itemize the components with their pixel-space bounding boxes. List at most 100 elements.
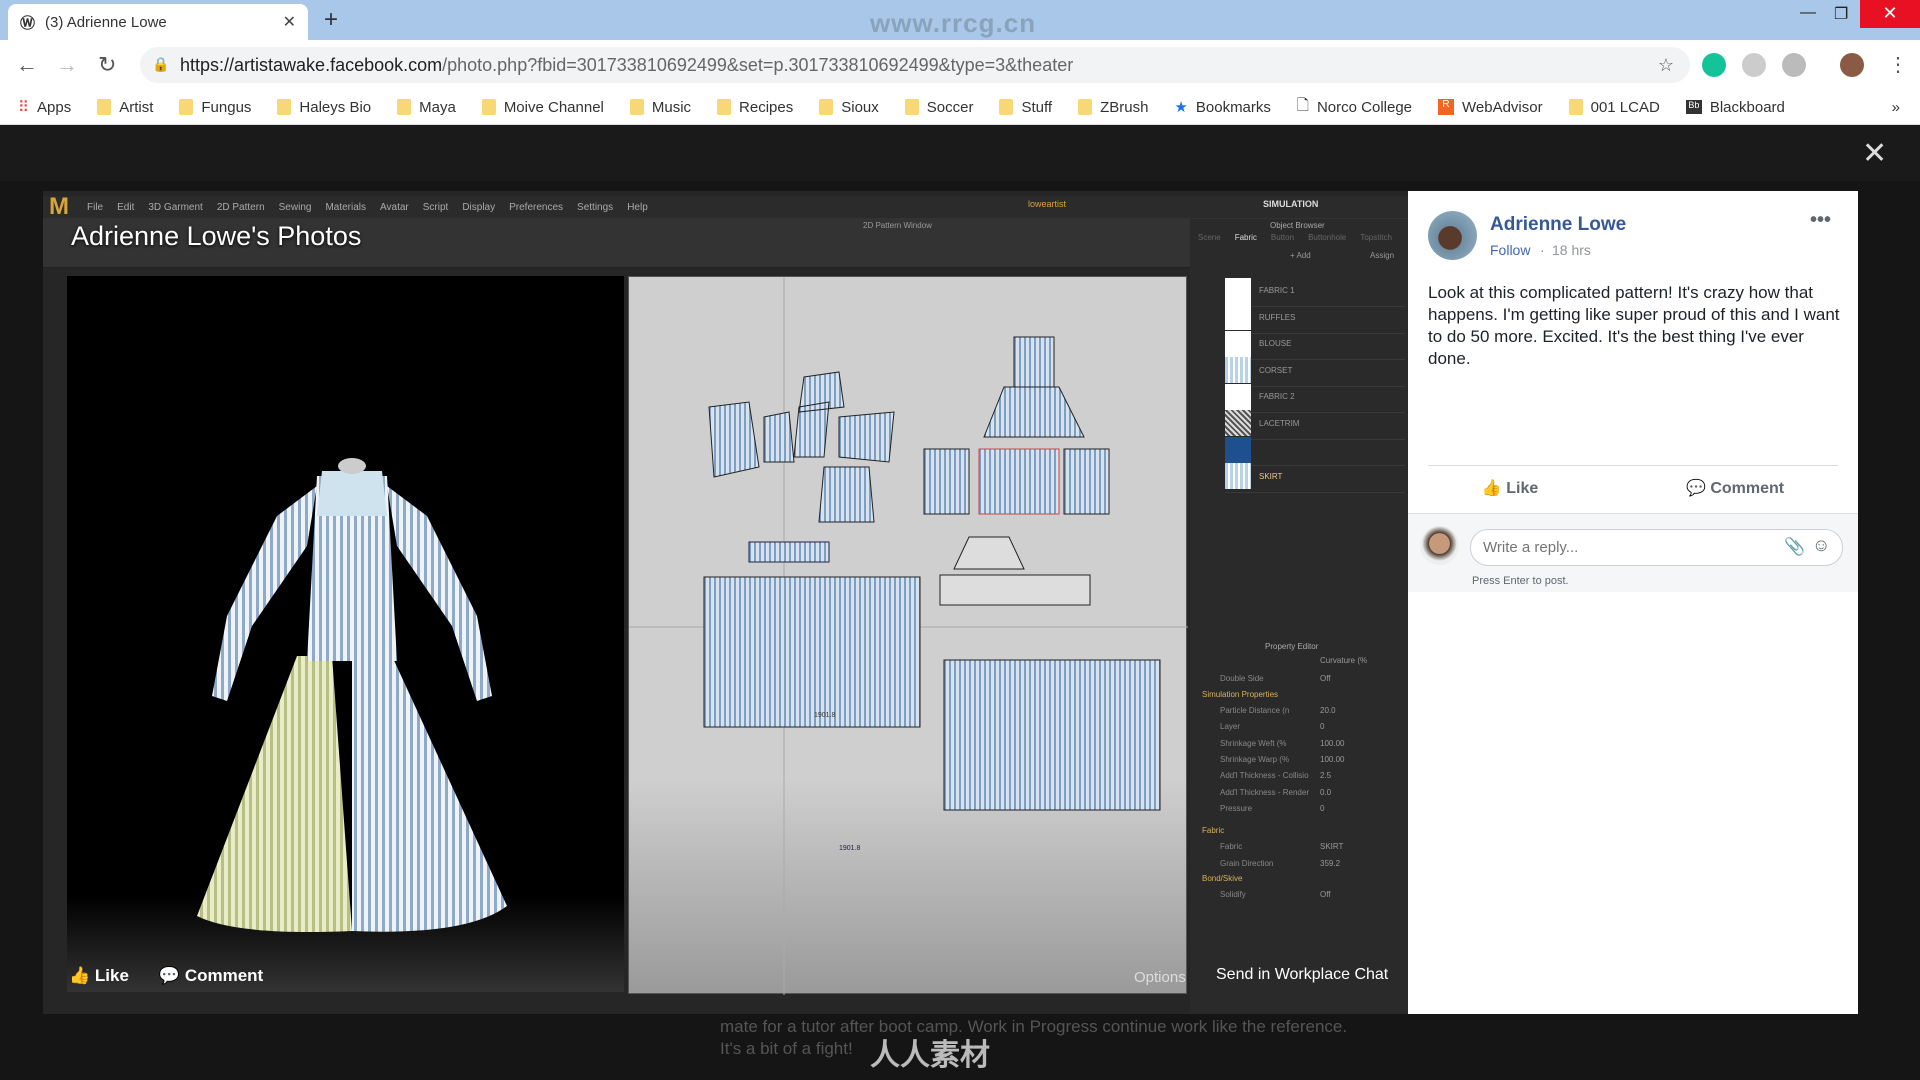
sim-property-row-value: 20.0 [1320,706,1336,715]
skype-icon[interactable] [1782,53,1806,77]
sim-property-row-value: 100.00 [1320,754,1345,764]
photo-like-button[interactable]: 👍 Like [69,966,129,986]
folder-icon [481,99,496,115]
options-button[interactable]: Options [1134,969,1186,986]
property-editor-title: Property Editor [1265,642,1319,651]
send-in-chat-button[interactable]: Send in Workplace Chat [1216,966,1388,984]
bookmark-stuff[interactable]: Stuff [999,99,1052,116]
sim-property-row-value: 0 [1320,722,1325,732]
reload-icon[interactable]: ↻ [98,52,116,78]
photo-album-title[interactable]: Adrienne Lowe's Photos [71,221,361,252]
post-timestamp[interactable]: 18 hrs [1552,242,1591,258]
profile-avatar[interactable] [1840,53,1864,77]
fabric-name: BLOUSE [1259,339,1292,348]
bookmarks-overflow-button[interactable]: » [1892,99,1900,116]
photo-comment-button[interactable]: 💬 Comment [159,966,263,986]
folder-icon [1078,99,1093,115]
double-side-row-label: Double Side [1220,674,1264,683]
author-name-link[interactable]: Adrienne Lowe [1490,214,1626,236]
browser-tab[interactable]: Ⓦ (3) Adrienne Lowe ✕ [8,4,308,40]
restore-button[interactable]: ❐ [1834,4,1848,24]
solidify-row-value: Off [1320,890,1331,899]
double-side-row-value: Off [1320,674,1331,683]
minimize-button[interactable]: — [1800,4,1816,22]
folder-icon [999,99,1014,115]
blackboard-icon: Bb [1685,100,1702,114]
fabric-name: RUFFLES [1259,312,1296,322]
bookmark-blackboard[interactable]: Bb Blackboard [1685,99,1785,116]
follow-link[interactable]: Follow [1490,242,1530,258]
object-browser-tab-scene: Scene [1198,233,1221,242]
add-fabric-button[interactable]: + Add [1290,251,1311,260]
object-browser-title: Object Browser [1270,221,1325,230]
simulation-properties-section[interactable]: Simulation Properties [1202,690,1278,699]
close-tab-icon[interactable]: ✕ [283,12,296,32]
bookmark-webadvisor[interactable]: R WebAdvisor [1438,99,1543,116]
more-options-icon[interactable]: ••• [1810,209,1831,232]
bookmark-label: Apps [37,98,72,116]
bookmark-apps[interactable]: ⠿ Apps [18,98,72,117]
bookmark-bookmarks[interactable]: ★ Bookmarks [1174,98,1270,117]
menu-kebab-icon[interactable]: ⋮ [1888,52,1908,77]
emoji-icon[interactable]: ☺ [1812,535,1830,556]
url-field[interactable]: https://artistawake.facebook.com/photo.p… [140,47,1690,83]
brand-watermark-logo: 人人素材 [870,1039,990,1072]
app-menubar: File Edit 3D Garment 2D Pattern Sewing Materi… [43,196,1408,218]
new-tab-button[interactable]: + [324,6,338,34]
bookmark-maya[interactable]: Maya [397,99,456,116]
fabric-name: FABRIC 2 [1259,392,1295,401]
app-logo: M [49,193,69,220]
object-browser-tab-buttonhole: Buttonhole [1308,233,1347,242]
author-avatar[interactable] [1428,211,1477,260]
object-browser-tab-button: Button [1270,233,1295,242]
folder-icon [179,99,194,115]
bookmark-moive-channel[interactable]: Moive Channel [481,99,604,116]
2d-pattern-window[interactable]: 1901.8 1901.8 [628,276,1188,995]
sim-property-row-value: 0.0 [1320,787,1332,797]
bookmark-norco-college[interactable]: 🗋 Norco College [1297,95,1412,120]
sim-property-row-label: Particle Distance (n [1220,706,1290,715]
bookmark-soccer[interactable]: Soccer [904,99,973,116]
curvature-row-label: Curvature (% [1320,656,1368,665]
grammarly-icon[interactable] [1702,53,1726,77]
bookmark-music[interactable]: Music [629,99,691,116]
bookmark-haleys-bio[interactable]: Haleys Bio [277,99,371,116]
bookmark-sioux[interactable]: Sioux [819,99,879,116]
bond-skive-section[interactable]: Bond/Skive [1202,874,1242,883]
bookmark-star-icon[interactable]: ☆ [1658,55,1674,76]
bookmark-recipes[interactable]: Recipes [717,99,793,116]
facebook-header-dimmed [0,125,1920,181]
bookmark-fungus[interactable]: Fungus [179,99,251,116]
forward-icon[interactable]: → [56,52,78,78]
bookmark-label: Artist [119,98,154,116]
bookmark-artist[interactable]: Artist [97,99,153,116]
app-menu-script: Script [422,201,449,213]
back-icon[interactable]: ← [16,52,38,78]
folder-icon [1568,99,1583,115]
post-sidebar: Adrienne Lowe Follow · 18 hrs ••• Look a… [1408,191,1858,1014]
photo-viewer[interactable]: File Edit 3D Garment 2D Pattern Sewing Materi… [43,191,1408,1014]
app-menu-settings: Settings [577,201,614,213]
sim-property-row-label: Pressure [1220,803,1253,813]
grain-direction-row: Grain Direction 359.2 [1220,859,1390,868]
bookmark-001-lcad[interactable]: 001 LCAD [1568,99,1660,116]
fabric-section[interactable]: Fabric [1202,826,1224,835]
close-photo-icon[interactable]: ✕ [1862,136,1887,171]
like-button[interactable]: 👍 Like [1482,478,1538,498]
app-menu-file: File [87,201,104,213]
window-close-button[interactable]: ✕ [1860,0,1920,28]
bookmark-zbrush[interactable]: ZBrush [1078,99,1148,116]
separator: · [1540,242,1545,258]
sim-property-row-value: 2.5 [1320,771,1332,781]
comment-button[interactable]: 💬 Comment [1686,478,1784,498]
pattern-window-title: 2D Pattern Window [863,221,932,230]
attach-icon[interactable]: 📎 [1784,537,1805,557]
sim-property-row: Shrinkage Weft (% 100.00 [1220,739,1390,748]
app-menu-sewing: Sewing [278,201,312,213]
sim-property-row: Add'l Thickness - Collisio 2.5 [1220,771,1390,780]
fabric-swatch [1225,357,1251,383]
assign-button[interactable]: Assign [1370,251,1394,260]
fabric-swatch [1225,463,1251,489]
sim-property-row-label: Add'l Thickness - Collisio [1220,771,1309,781]
extension-icon[interactable] [1742,53,1766,77]
